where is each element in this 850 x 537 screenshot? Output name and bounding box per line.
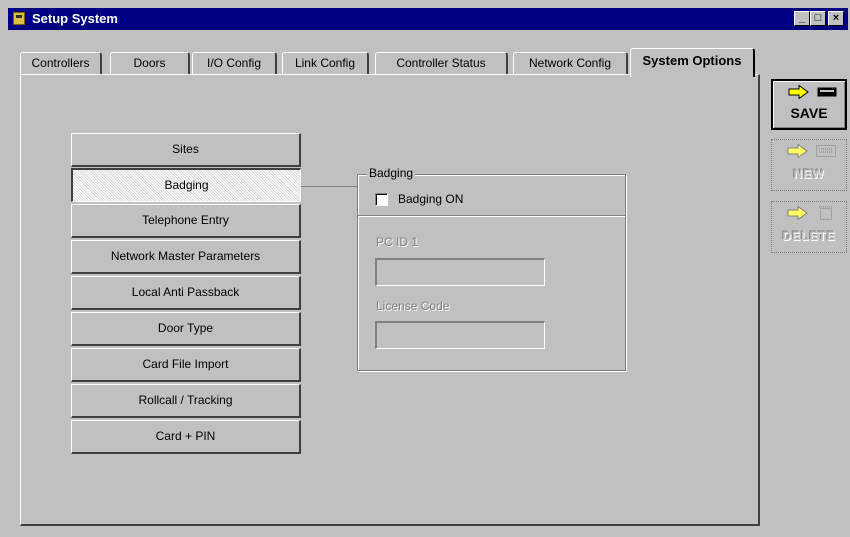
new-label: NEW [793,167,825,181]
tab-doors[interactable]: Doors [110,52,190,75]
badging-group-label: Badging [367,166,416,180]
tab-controllers[interactable]: Controllers [20,52,102,75]
badging-on-label[interactable]: Badging ON [398,192,463,206]
option-network-master-parameters[interactable]: Network Master Parameters [71,240,301,274]
tab-io-config[interactable]: I/O Config [192,52,277,75]
tab-link-config[interactable]: Link Config [282,52,369,75]
window-title: Setup System [32,11,118,26]
tab-controller-status[interactable]: Controller Status [375,52,508,75]
license-code-field[interactable] [375,321,545,349]
app-icon [13,12,25,25]
delete-label: DELETE [782,229,836,243]
option-badging[interactable]: Badging [71,168,301,202]
option-telephone-entry[interactable]: Telephone Entry [71,204,301,238]
new-button[interactable]: NEW [771,139,847,191]
option-rollcall-tracking[interactable]: Rollcall / Tracking [71,384,301,418]
trash-icon [819,206,833,220]
arrow-right-icon [787,206,808,220]
pc-id-field[interactable] [375,258,545,286]
pc-id-label: PC ID 1 [376,235,419,249]
tab-network-config[interactable]: Network Config [513,52,628,75]
connector-line [301,186,357,187]
option-card-file-import[interactable]: Card File Import [71,348,301,382]
badging-on-checkbox[interactable] [375,193,388,206]
option-sites[interactable]: Sites [71,133,301,167]
arrow-right-icon [787,144,808,158]
disk-icon [817,87,837,97]
close-button[interactable]: × [828,11,844,26]
document-icon [816,145,836,157]
save-label: SAVE [790,105,828,121]
minimize-button[interactable]: _ [794,11,810,26]
option-local-anti-passback[interactable]: Local Anti Passback [71,276,301,310]
option-card-pin[interactable]: Card + PIN [71,420,301,454]
arrow-right-icon [788,85,809,99]
option-door-type[interactable]: Door Type [71,312,301,346]
save-button[interactable]: SAVE [771,79,847,130]
title-bar: Setup System _ □ × [8,8,848,30]
maximize-button[interactable]: □ [810,11,826,26]
license-code-label: License Code [376,299,450,313]
tab-system-options[interactable]: System Options [630,48,755,77]
delete-button[interactable]: DELETE [771,201,847,253]
